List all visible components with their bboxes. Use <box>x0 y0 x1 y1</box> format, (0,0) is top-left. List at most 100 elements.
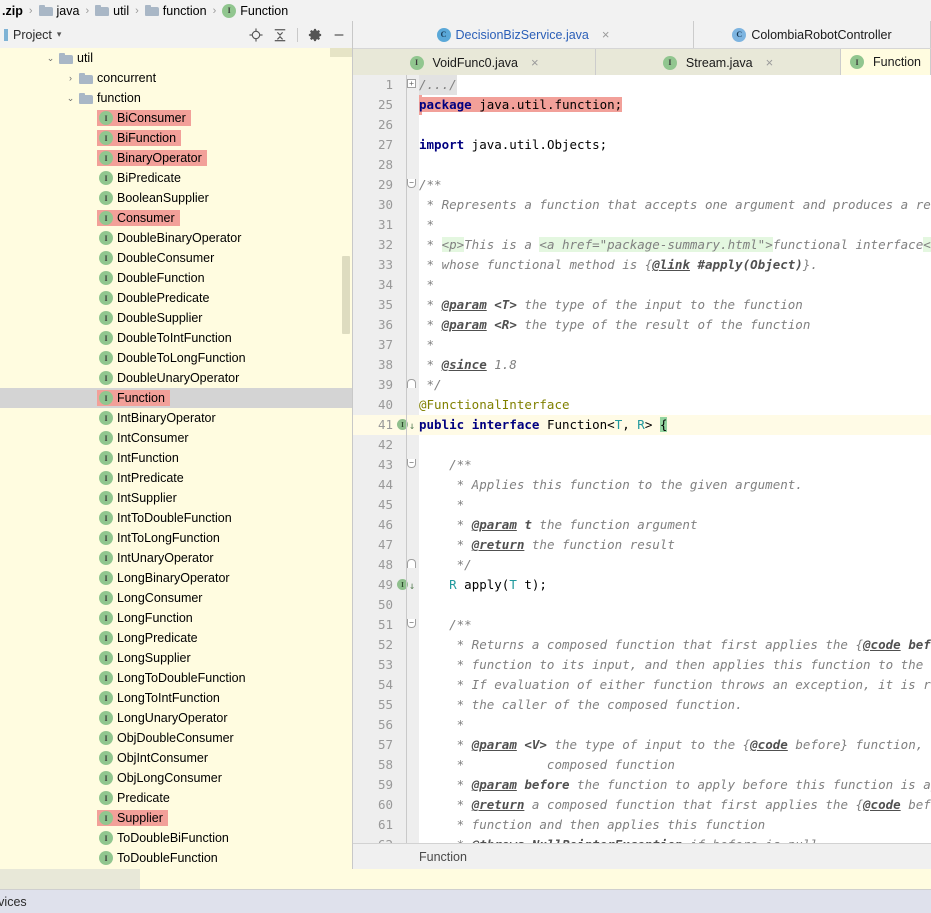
tree-row[interactable]: I ToDoubleFunction <box>0 848 352 868</box>
code-line[interactable]: 42 <box>353 435 931 455</box>
code-line[interactable]: 39 */ <box>353 375 931 395</box>
code-line[interactable]: 41 I ↓ public interface Function<T, R> { <box>353 415 931 435</box>
tree-item-content[interactable]: I Supplier <box>97 810 168 826</box>
gear-icon[interactable] <box>308 28 322 42</box>
tree-item-content[interactable]: I ToDoubleBiFunction <box>97 830 234 846</box>
tree-row[interactable]: I ObjIntConsumer <box>0 748 352 768</box>
fold-toggle-icon[interactable]: − <box>407 179 416 188</box>
tree-row[interactable]: I IntUnaryOperator <box>0 548 352 568</box>
tree-row[interactable]: I Function <box>0 388 352 408</box>
tree-row[interactable]: I BinaryOperator <box>0 148 352 168</box>
code-line[interactable]: 36 * @param <R> the type of the result o… <box>353 315 931 335</box>
code-line[interactable]: 34 * <box>353 275 931 295</box>
breadcrumb-item-java[interactable]: java <box>37 4 82 18</box>
editor-tab[interactable]: I Stream.java × <box>596 49 842 76</box>
minimize-icon[interactable] <box>332 28 346 42</box>
implementation-arrow-icon[interactable]: ↓ <box>409 417 415 437</box>
tree-expander-icon[interactable]: ⌄ <box>64 93 77 104</box>
code-line[interactable]: 29 −/** <box>353 175 931 195</box>
fold-toggle-icon[interactable] <box>407 379 416 388</box>
tree-item-content[interactable]: I IntSupplier <box>97 490 182 506</box>
breadcrumb-item-zip[interactable]: .zip <box>0 4 25 18</box>
tree-item-content[interactable]: I ToDoubleFunction <box>97 850 223 866</box>
tree-row[interactable]: I BiPredicate <box>0 168 352 188</box>
code-line[interactable]: 46 * @param t the function argument <box>353 515 931 535</box>
tree-row[interactable]: I IntPredicate <box>0 468 352 488</box>
code-line[interactable]: 38 * @since 1.8 <box>353 355 931 375</box>
tree-item-content[interactable]: I IntBinaryOperator <box>97 410 221 426</box>
tree-row[interactable]: I BooleanSupplier <box>0 188 352 208</box>
collapse-all-icon[interactable] <box>273 28 287 42</box>
code-line[interactable]: 45 * <box>353 495 931 515</box>
project-title-group[interactable]: Project ▾ <box>4 28 61 42</box>
tree-item-content[interactable]: I DoubleBinaryOperator <box>97 230 246 246</box>
code-line[interactable]: 59 * @param before the function to apply… <box>353 775 931 795</box>
code-line[interactable]: 53 * function to its input, and then app… <box>353 655 931 675</box>
tree-row[interactable]: I DoubleToIntFunction <box>0 328 352 348</box>
tree-item-content[interactable]: util <box>57 50 98 66</box>
tree-expander-icon[interactable]: ⌄ <box>44 53 57 64</box>
tree-row[interactable]: › concurrent <box>0 68 352 88</box>
fold-toggle-icon[interactable]: − <box>407 619 416 628</box>
tree-item-content[interactable]: I ObjLongConsumer <box>97 770 227 786</box>
tree-item-content[interactable]: I Predicate <box>97 790 175 806</box>
tree-item-content[interactable]: I DoublePredicate <box>97 290 214 306</box>
tree-item-content[interactable]: I LongBinaryOperator <box>97 570 235 586</box>
tree-row[interactable]: I Consumer <box>0 208 352 228</box>
code-line[interactable]: 51 − /** <box>353 615 931 635</box>
tree-item-content[interactable]: I IntConsumer <box>97 430 194 446</box>
tree-row[interactable]: I IntFunction <box>0 448 352 468</box>
tree-item-content[interactable]: I LongToDoubleFunction <box>97 670 251 686</box>
tree-item-content[interactable]: concurrent <box>77 70 161 86</box>
tree-item-content[interactable]: I Consumer <box>97 210 180 226</box>
fold-toggle-icon[interactable]: − <box>407 459 416 468</box>
tree-row[interactable]: I BiConsumer <box>0 108 352 128</box>
code-line[interactable]: 25 package java.util.function; <box>353 95 931 115</box>
tree-item-content[interactable]: function <box>77 90 146 106</box>
tree-row[interactable]: I ObjDoubleConsumer <box>0 728 352 748</box>
breadcrumb-item-util[interactable]: util <box>93 4 131 18</box>
tree-row[interactable]: I DoubleUnaryOperator <box>0 368 352 388</box>
tree-item-content[interactable]: I ObjDoubleConsumer <box>97 730 239 746</box>
tree-row[interactable]: I DoubleBinaryOperator <box>0 228 352 248</box>
code-line[interactable]: 30 * Represents a function that accepts … <box>353 195 931 215</box>
tree-row[interactable]: I IntToLongFunction <box>0 528 352 548</box>
tree-row[interactable]: I DoubleToLongFunction <box>0 348 352 368</box>
tree-row[interactable]: I Supplier <box>0 808 352 828</box>
tree-item-content[interactable]: I BiConsumer <box>97 110 191 126</box>
tree-item-content[interactable]: I DoubleToLongFunction <box>97 350 251 366</box>
code-line[interactable]: 28 <box>353 155 931 175</box>
code-line[interactable]: 43 − /** <box>353 455 931 475</box>
tree-item-content[interactable]: I LongUnaryOperator <box>97 710 232 726</box>
tree-row[interactable]: ⌄ util <box>0 48 352 68</box>
editor-tab[interactable]: I Function <box>841 49 931 76</box>
editor-tab[interactable]: C ColombiaRobotController <box>694 21 931 48</box>
status-bar-main[interactable]: rvices <box>0 890 931 913</box>
code-line[interactable]: 57 * @param <V> the type of input to the… <box>353 735 931 755</box>
tree-row[interactable]: I LongBinaryOperator <box>0 568 352 588</box>
code-line[interactable]: 32 * <p>This is a <a href="package-summa… <box>353 235 931 255</box>
tree-row[interactable]: I IntSupplier <box>0 488 352 508</box>
tree-item-content[interactable]: I DoubleUnaryOperator <box>97 370 244 386</box>
code-line[interactable]: 27 import java.util.Objects; <box>353 135 931 155</box>
fold-toggle-icon[interactable]: + <box>407 79 416 88</box>
code-line[interactable]: 48 */ <box>353 555 931 575</box>
tree-expander-icon[interactable]: › <box>64 73 77 83</box>
fold-toggle-icon[interactable] <box>407 559 416 568</box>
tree-item-content[interactable]: I IntToLongFunction <box>97 530 225 546</box>
code-viewport[interactable]: 1 +/.../ 25 package java.util.function; 26 27… <box>353 75 931 844</box>
tree-item-content[interactable]: I DoubleFunction <box>97 270 210 286</box>
implementation-arrow-icon[interactable]: ↓ <box>409 577 415 597</box>
tree-row[interactable]: I LongConsumer <box>0 588 352 608</box>
tree-item-content[interactable]: I LongToIntFunction <box>97 690 225 706</box>
tree-item-content[interactable]: I IntFunction <box>97 450 184 466</box>
code-line[interactable]: 50 <box>353 595 931 615</box>
tree-item-content[interactable]: I BiPredicate <box>97 170 186 186</box>
editor-tab[interactable]: I VoidFunc0.java × <box>353 49 597 76</box>
close-icon[interactable]: × <box>602 27 610 42</box>
project-tree[interactable]: ⌄ util › concurrent ⌄ function I BiConsumer I BiF… <box>0 48 352 869</box>
code-lines[interactable]: 1 +/.../ 25 package java.util.function; 26 27… <box>353 75 931 844</box>
tree-item-content[interactable]: I IntPredicate <box>97 470 189 486</box>
services-label[interactable]: rvices <box>0 895 27 909</box>
code-line[interactable]: 52 * Returns a composed function that fi… <box>353 635 931 655</box>
